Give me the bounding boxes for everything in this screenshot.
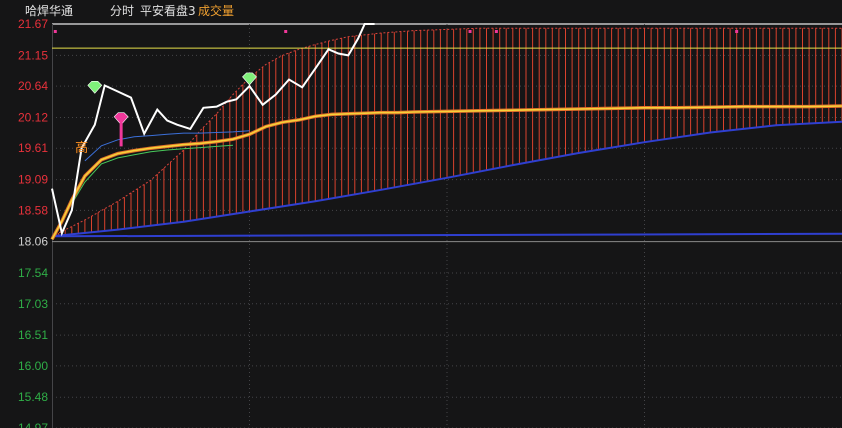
signal-dot — [494, 30, 498, 33]
buy-signal-marker — [87, 81, 103, 94]
signal-dot — [284, 30, 288, 33]
intraday-chart-window: 哈焊华通 分时 平安看盘3 成交量 21.67 21.15 20.64 20.12 19… — [0, 0, 842, 428]
y-tick-label: 21.15 — [18, 48, 48, 62]
y-tick-label: 21.67 — [18, 17, 48, 31]
price-chart[interactable]: 21.67 21.15 20.64 20.12 19.61 19.09 18.58 18.06… — [0, 0, 842, 428]
y-tick-label: 18.58 — [18, 203, 48, 217]
signal-dot — [735, 30, 739, 33]
y-tick-label: 20.64 — [18, 79, 48, 93]
y-tick-label: 16.51 — [18, 328, 48, 342]
band-baseline-line — [51, 232, 842, 238]
y-tick-label: 17.03 — [18, 297, 48, 311]
y-tick-label: 17.54 — [18, 266, 48, 280]
high-point-label: 高 — [75, 140, 88, 156]
signal-dot — [53, 30, 57, 33]
y-tick-label: 18.06 — [18, 235, 48, 249]
y-tick-label: 20.12 — [18, 110, 48, 124]
y-tick-label: 16.00 — [18, 359, 48, 373]
y-tick-label: 14.97 — [18, 421, 48, 428]
y-tick-label: 19.61 — [18, 141, 48, 155]
y-tick-label: 15.48 — [18, 390, 48, 404]
y-tick-label: 19.09 — [18, 173, 48, 187]
signal-dot — [468, 30, 472, 33]
